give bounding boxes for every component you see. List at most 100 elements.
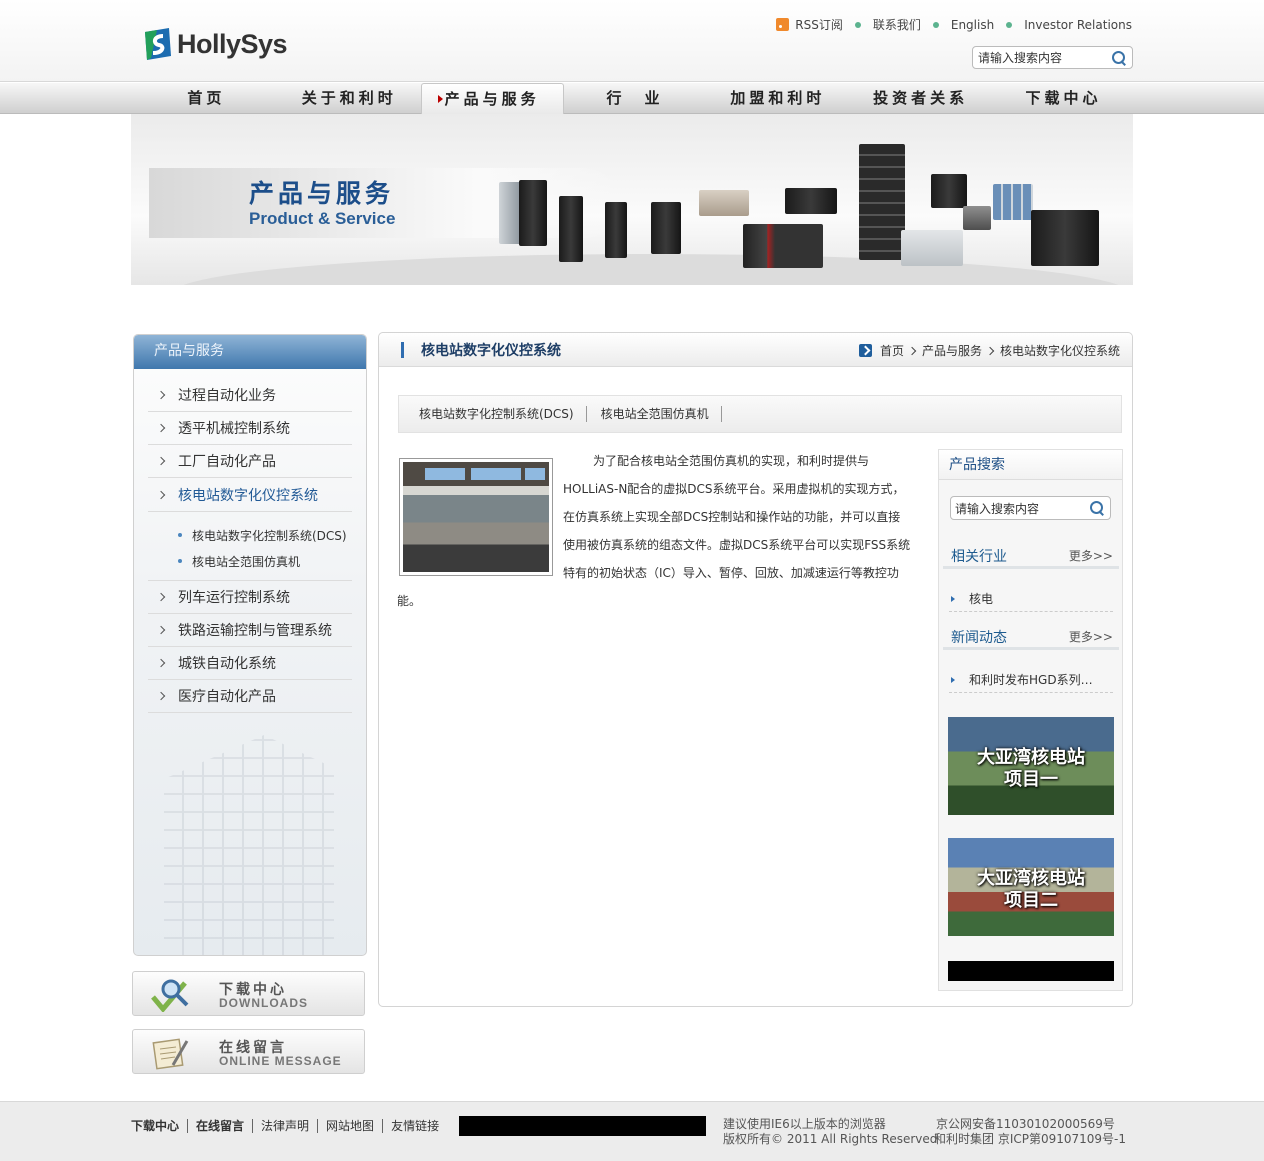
header-search-placeholder: 请输入搜索内容 (978, 51, 1063, 65)
nav-item-about[interactable]: 关于和利时 (278, 83, 421, 114)
project-banner-2-label: 大亚湾核电站 项目二 (977, 868, 1085, 911)
copyright-text: 版权所有© 2011 All Rights Reserved (723, 1132, 938, 1146)
sidebar-item-label: 铁路运输控制与管理系统 (178, 623, 332, 639)
footer-link-friends[interactable]: 友情链接 (383, 1119, 447, 1133)
header-search-input[interactable]: 请输入搜索内容 (972, 46, 1133, 69)
sidebar-item-label: 核电站数字化仪控系统 (178, 487, 318, 504)
sidebar-item-train-control[interactable]: 列车运行控制系统 (148, 581, 352, 614)
notepad-pen-icon (152, 1038, 189, 1070)
page-title: 核电站数字化仪控系统 (421, 343, 561, 359)
sidebar-item-factory-automation[interactable]: 工厂自动化产品 (148, 445, 352, 478)
main-nav: 首页 关于和利时 产品与服务 行 业 加盟和利时 投资者关系 下载中心 (0, 83, 1264, 114)
news-title: 新闻动态 (951, 629, 1007, 646)
redacted-bar (948, 961, 1114, 981)
bullet-icon (178, 533, 182, 537)
chevron-right-icon (156, 490, 166, 499)
sidebar-subitem-label: 核电站全范围仿真机 (192, 554, 301, 569)
sidebar-item-process-automation[interactable]: 过程自动化业务 (148, 379, 352, 412)
page-banner: 产品与服务 Product & Service (131, 114, 1133, 285)
site-footer: 下载中心 在线留言 法律声明 网站地图 友情链接 建议使用IE6以上版本的浏览器… (0, 1101, 1264, 1161)
title-bar-marker (401, 342, 404, 358)
rss-icon (776, 18, 790, 31)
news-item-label: 和利时发布HGD系列… (969, 673, 1093, 687)
sidebar-subitem-nuclear-simulator[interactable]: 核电站全范围仿真机 (148, 548, 352, 574)
nav-item-home[interactable]: 首页 (135, 83, 278, 114)
magnifier-check-icon (151, 979, 189, 1012)
news-more-link[interactable]: 更多>> (1069, 628, 1113, 645)
related-industry-item[interactable]: 核电 (949, 586, 1113, 612)
sidebar-item-medical-automation[interactable]: 医疗自动化产品 (148, 680, 352, 713)
nav-item-industry[interactable]: 行 业 (564, 83, 707, 114)
chevron-right-icon (907, 346, 917, 355)
sidebar-item-nuclear-ic[interactable]: 核电站数字化仪控系统 (148, 478, 352, 511)
breadcrumb: 首页 产品与服务 核电站数字化仪控系统 (858, 342, 1120, 359)
footer-link-message[interactable]: 在线留言 (188, 1119, 254, 1133)
logo-text: HollySys (177, 28, 288, 59)
product-image (963, 206, 991, 230)
nav-item-join[interactable]: 加盟和利时 (706, 83, 849, 114)
product-image (699, 190, 749, 216)
related-industry-title: 相关行业 (951, 548, 1007, 565)
sidebar-building-image (164, 735, 334, 955)
news-item[interactable]: 和利时发布HGD系列… (949, 667, 1113, 693)
control-room-photo (399, 458, 553, 576)
project-banner-2[interactable]: 大亚湾核电站 项目二 (948, 838, 1114, 936)
footer-link-legal[interactable]: 法律声明 (253, 1119, 319, 1133)
chevron-right-icon (156, 456, 166, 466)
separator-dot (854, 21, 861, 28)
hollysys-logo[interactable]: HollySys (143, 28, 288, 60)
sidebar-item-metro-automation[interactable]: 城铁自动化系统 (148, 647, 352, 680)
sidebar-subitem-nuclear-dcs[interactable]: 核电站数字化控制系统(DCS) (148, 522, 352, 548)
footer-link-downloads[interactable]: 下载中心 (131, 1119, 189, 1133)
logo-mark-icon (145, 28, 171, 60)
related-more-link[interactable]: 更多>> (1069, 547, 1113, 564)
product-search-placeholder: 请输入搜索内容 (955, 501, 1040, 516)
banner-title-en: Product & Service (249, 209, 396, 228)
rss-link[interactable]: RSS订阅 (776, 16, 843, 33)
downloads-button[interactable]: 下载中心 DOWNLOADS (132, 971, 365, 1016)
police-record: 京公网安备11030102000569号 (936, 1117, 1115, 1131)
nav-item-products[interactable]: 产品与服务 (420, 83, 564, 114)
product-image (559, 196, 583, 262)
investor-relations-link[interactable]: Investor Relations (1024, 18, 1132, 32)
online-message-button[interactable]: 在线留言 ONLINE MESSAGE (132, 1029, 365, 1074)
sidebar-subitem-label: 核电站数字化控制系统(DCS) (192, 528, 347, 543)
separator-dot (932, 21, 939, 28)
chevron-right-icon (985, 346, 995, 355)
product-image (901, 230, 963, 266)
tab-nuclear-dcs[interactable]: 核电站数字化控制系统(DCS) (419, 406, 587, 422)
right-column: 产品搜索 请输入搜索内容 相关行业 更多>> 核电 新闻动态 更多>> 和利时发… (938, 449, 1123, 991)
search-icon[interactable] (1089, 500, 1105, 516)
site-header: HollySys RSS订阅 联系我们 English Investor Rel… (0, 0, 1264, 82)
product-sidebar: 产品与服务 过程自动化业务 透平机械控制系统 工厂自动化产品 核电站数字化仪控系… (133, 334, 367, 956)
sidebar-item-railway-management[interactable]: 铁路运输控制与管理系统 (148, 614, 352, 647)
main-header: 核电站数字化仪控系统 首页 产品与服务 核电站数字化仪控系统 (379, 333, 1132, 367)
banner-title-cn: 产品与服务 (249, 179, 395, 208)
breadcrumb-home[interactable]: 首页 (880, 342, 904, 359)
product-search-input[interactable]: 请输入搜索内容 (950, 496, 1111, 520)
breadcrumb-current[interactable]: 核电站数字化仪控系统 (1000, 342, 1120, 359)
bullet-icon (178, 559, 182, 563)
downloads-en-label: DOWNLOADS (219, 996, 308, 1010)
sidebar-item-label: 过程自动化业务 (178, 388, 276, 404)
project-banner-1[interactable]: 大亚湾核电站 项目一 (948, 717, 1114, 815)
footer-link-sitemap[interactable]: 网站地图 (318, 1119, 384, 1133)
sidebar-heading: 产品与服务 (134, 335, 366, 369)
english-link[interactable]: English (951, 18, 994, 32)
product-image (743, 224, 823, 268)
breadcrumb-products[interactable]: 产品与服务 (922, 342, 982, 359)
contact-link[interactable]: 联系我们 (873, 16, 921, 33)
project-banner-1-label: 大亚湾核电站 项目一 (977, 747, 1085, 790)
banner-floor (171, 254, 1131, 285)
sidebar-item-turbomachinery[interactable]: 透平机械控制系统 (148, 412, 352, 445)
product-image (499, 182, 521, 244)
search-icon[interactable] (1111, 50, 1127, 66)
news-header: 新闻动态 更多>> (943, 626, 1119, 650)
sidebar-item-label: 城铁自动化系统 (178, 656, 276, 672)
nav-item-investors[interactable]: 投资者关系 (849, 83, 992, 114)
online-message-en-label: ONLINE MESSAGE (219, 1054, 342, 1068)
tab-nuclear-simulator[interactable]: 核电站全范围仿真机 (601, 406, 722, 422)
footer-links: 下载中心 在线留言 法律声明 网站地图 友情链接 (131, 1119, 447, 1133)
sidebar-item-label: 透平机械控制系统 (178, 421, 290, 437)
nav-item-downloads[interactable]: 下载中心 (992, 83, 1135, 114)
